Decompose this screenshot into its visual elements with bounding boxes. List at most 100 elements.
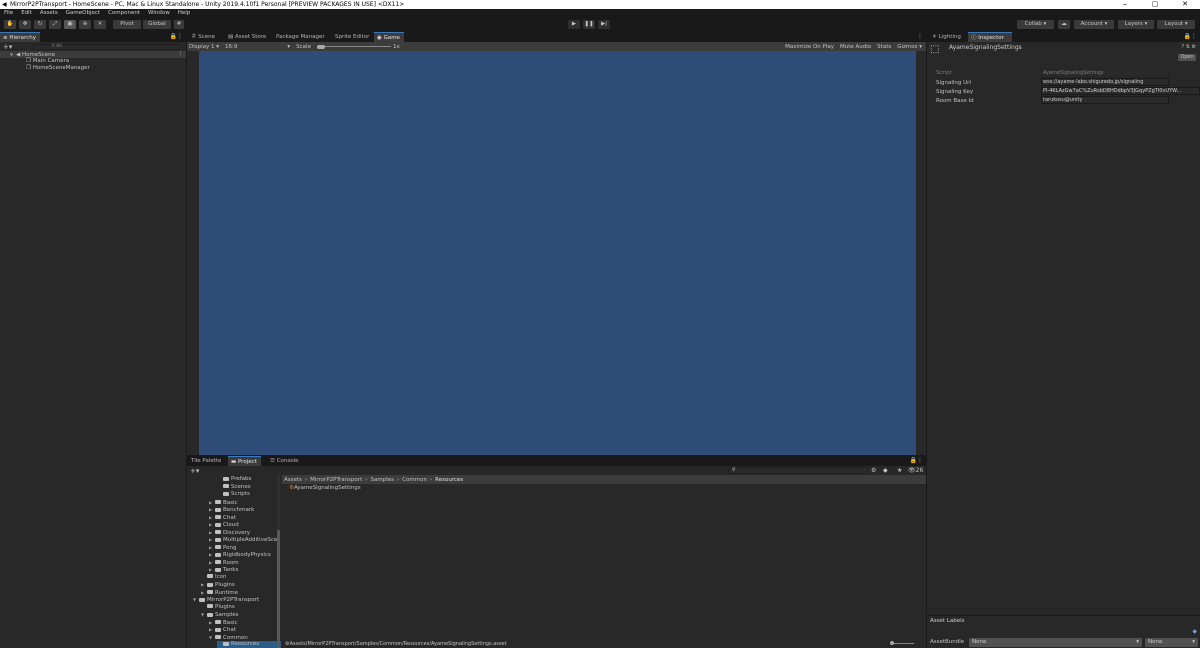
cloud-icon[interactable]: ☁ [1058,20,1070,29]
project-folder-item[interactable]: ▶ Chat [209,514,236,521]
tab-tile-palette[interactable]: Tile Palette [188,456,224,466]
breadcrumb-item[interactable]: Assets [284,477,302,483]
tab-inspector[interactable]: ⓘ Inspector [968,32,1012,42]
project-folder-item[interactable]: Scenes [217,484,251,491]
layers-dropdown[interactable]: Layers ▾ [1118,20,1154,29]
breadcrumb-item[interactable]: MirrorP2PTransport [310,477,362,483]
project-folder-item[interactable]: ▶ RigidbodyPhysics [209,551,271,558]
label-tag-icon[interactable]: ◆ [1192,628,1197,635]
project-folder-item[interactable]: ▼ Samples [201,611,239,618]
close-button[interactable]: ✕ [1170,0,1200,9]
tab-asset-store[interactable]: ▤ Asset Store [225,32,269,42]
scale-slider-thumb[interactable] [316,44,325,49]
asset-bundle-dropdown[interactable]: None ▾ [969,638,1142,647]
aspect-dropdown[interactable]: 16:9 [219,44,237,50]
open-button[interactable]: Open [1178,54,1196,61]
tab-game[interactable]: ◉ Game [374,32,404,42]
menu-file[interactable]: File [0,9,17,18]
project-folder-item[interactable]: ▶ MultipleAdditiveSce [209,536,277,543]
project-create-icon[interactable]: +▾ [187,467,199,475]
tab-package-manager[interactable]: Package Manager [273,32,328,42]
room-base-id-field[interactable]: tarukosu@unity [1041,96,1169,104]
transform-tool-icon[interactable]: ⊕ [79,20,91,29]
hierarchy-item[interactable]: ❒ HomeSceneManager [26,65,90,72]
asset-list-item[interactable]: ⚙AyameSignalingSettings [289,485,361,492]
create-add-icon[interactable]: +▾ [0,43,12,51]
scale-slider-track[interactable] [324,46,391,47]
icon-size-slider-thumb[interactable] [890,641,894,645]
hierarchy-item[interactable]: ❒ Main Camera [26,58,69,65]
tab-sprite-editor[interactable]: Sprite Editor [332,32,372,42]
account-dropdown[interactable]: Account ▾ [1074,20,1114,29]
maximize-button[interactable]: ▢ [1140,0,1170,9]
game-viewport[interactable] [199,51,916,455]
scene-menu-icon[interactable]: ⋮ [178,51,184,58]
hierarchy-search-input[interactable]: ⚲ All [32,43,183,50]
project-folder-item[interactable]: Resources [217,641,281,648]
display-dropdown[interactable]: Display 1 ▾ [187,44,219,50]
asset-variant-dropdown[interactable]: None ▾ [1145,638,1198,647]
custom-tool-icon[interactable]: ✕ [94,20,106,29]
project-folder-item[interactable]: Icon [201,574,227,581]
project-folder-item[interactable]: ▶ Runtime [201,589,238,596]
project-panel-menu-icon[interactable]: 🔒⋮ [910,457,923,464]
maximize-on-play-toggle[interactable]: Maximize On Play [785,44,834,50]
project-folder-item[interactable]: ▶ Pong [209,544,236,551]
menu-assets[interactable]: Assets [36,9,62,18]
scale-tool-icon[interactable]: ⤢ [49,20,61,29]
menu-edit[interactable]: Edit [17,9,36,18]
menu-help[interactable]: Help [174,9,195,18]
global-toggle[interactable]: Global [143,20,171,29]
mute-audio-toggle[interactable]: Mute Audio [840,44,871,50]
step-button[interactable]: ▶| [598,20,610,29]
project-folder-item[interactable]: ▶ Plugins [201,581,235,588]
grid-snap-icon[interactable]: # [174,20,184,29]
aspect-chevron-icon[interactable]: ▾ [237,44,290,50]
filter-type-icon[interactable]: ⚙ [871,467,876,474]
tab-project[interactable]: ▬ Project [228,456,261,466]
inspector-lock-icon[interactable]: 🔒⋮ [1184,33,1197,40]
menu-window[interactable]: Window [144,9,174,18]
project-folder-item[interactable]: ▶ Basic [209,619,238,626]
panel-menu-icon[interactable]: 🔒⋮ [170,33,183,40]
inspector-header-icons[interactable]: ? ⇅ ⚙ [1181,44,1196,50]
pause-button[interactable]: ❚❚ [583,20,595,29]
tab-scene[interactable]: ＃ Scene [188,32,218,42]
signaling-url-field[interactable]: wss://ayame-labo.shiguredo.jp/signaling [1041,78,1169,86]
rect-tool-icon[interactable]: ▣ [64,20,76,29]
minimize-button[interactable]: ‒ [1110,0,1140,9]
project-folder-item[interactable]: ▼ Common [209,634,248,641]
menu-gameobject[interactable]: GameObject [62,9,104,18]
project-folder-item[interactable]: ▶ Chat [209,626,236,633]
icon-size-slider[interactable] [892,643,914,644]
project-search-input[interactable]: ⚲ [728,467,868,474]
project-folder-item[interactable]: ▶ Benchmark [209,506,254,513]
collab-dropdown[interactable]: Collab ▾ [1017,20,1054,29]
game-panel-menu-icon[interactable]: ⋮ [917,33,923,40]
project-folder-item[interactable]: ▶ Discovery [209,529,250,536]
project-folder-item[interactable]: ▼ MirrorP2PTransport [193,596,259,603]
gizmos-dropdown[interactable]: Gizmos ▾ [897,44,922,50]
tree-scrollbar[interactable] [277,475,280,648]
project-folder-item[interactable]: Plugins [201,604,235,611]
favorite-icon[interactable]: ★ [897,467,902,474]
hand-tool-icon[interactable]: ✋ [4,20,16,29]
layout-dropdown[interactable]: Layout ▾ [1157,20,1195,29]
tab-lighting[interactable]: ☀ Lighting [929,32,964,42]
project-folder-item[interactable]: ▶ Room [209,559,239,566]
move-tool-icon[interactable]: ✥ [19,20,31,29]
stats-toggle[interactable]: Stats [877,44,891,50]
breadcrumb-item[interactable]: Samples [370,477,394,483]
play-button[interactable]: ▶ [568,20,580,29]
tab-console[interactable]: ☰ Console [267,456,302,466]
pivot-toggle[interactable]: Pivot [113,20,141,29]
breadcrumb-item-current[interactable]: Resources [435,477,463,483]
signaling-key-field[interactable]: Pl-4KLAzGw7aC%ZuRsbD8HDdbpV3JGqyPZgTl0vU… [1041,87,1200,95]
breadcrumb-item[interactable]: Common [402,477,427,483]
project-folder-item[interactable]: ▶ Tanks [209,566,238,573]
hierarchy-scene-row[interactable]: ▼ ◀ HomeScene ⋮ [0,51,186,58]
project-folder-item[interactable]: ▶ Cloud [209,521,239,528]
project-folder-item[interactable]: ▶ Basic [209,499,238,506]
tab-hierarchy[interactable]: ≡ Hierarchy [0,32,40,42]
filter-label-icon[interactable]: ◆ [883,467,888,474]
